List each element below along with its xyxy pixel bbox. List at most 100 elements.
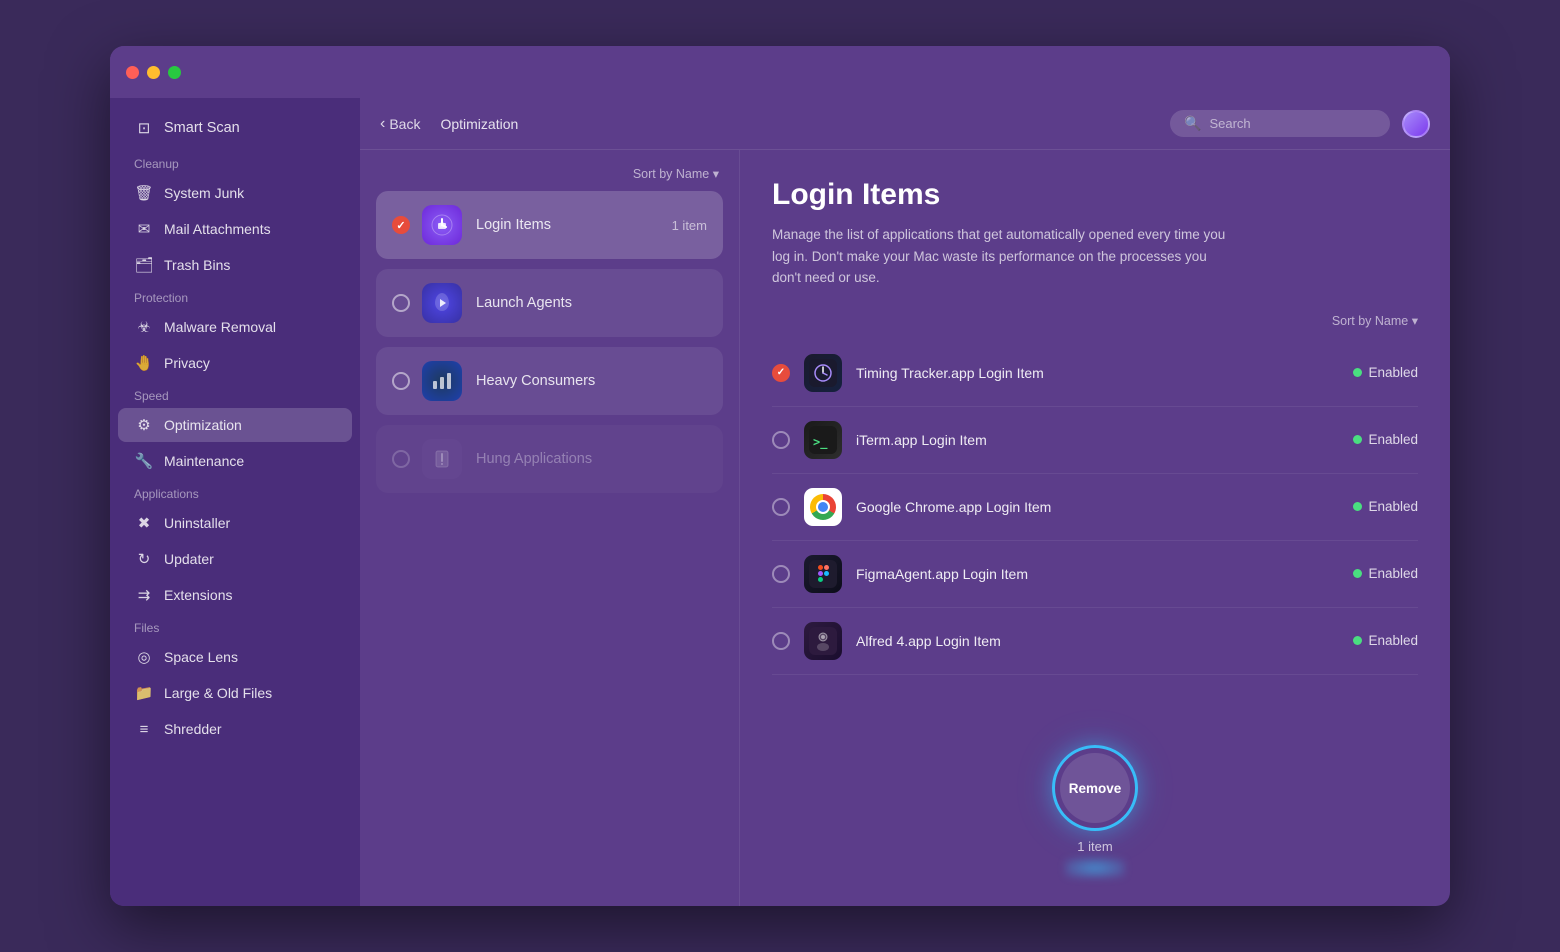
iterm-status-badge: Enabled [1353, 432, 1418, 447]
sidebar-item-optimization[interactable]: ⚙ Optimization [118, 408, 352, 442]
hung-applications-icon [422, 439, 462, 479]
detail-panel: Login Items Manage the list of applicati… [740, 150, 1450, 906]
figma-app-icon [804, 555, 842, 593]
updater-icon: ↻ [134, 549, 154, 569]
timing-radio[interactable] [772, 364, 790, 382]
sidebar-item-label: Privacy [164, 355, 210, 371]
sidebar-item-label: Maintenance [164, 453, 244, 469]
remove-button[interactable]: Remove [1060, 753, 1130, 823]
login-item-figma[interactable]: FigmaAgent.app Login Item Enabled [772, 541, 1418, 608]
sidebar-item-maintenance[interactable]: 🔧 Maintenance [118, 444, 352, 478]
space-lens-icon: ◎ [134, 647, 154, 667]
user-avatar[interactable] [1402, 110, 1430, 138]
close-button[interactable] [126, 66, 139, 79]
right-panel: ‹ Back Optimization 🔍 Sort by Name ▾ [360, 98, 1450, 906]
maximize-button[interactable] [168, 66, 181, 79]
list-panel: Sort by Name ▾ Login Items [360, 150, 740, 906]
extensions-icon: ⇉ [134, 585, 154, 605]
sidebar-item-trash-bins[interactable]: 🗂 Trash Bins [118, 248, 352, 282]
timing-enabled-dot [1353, 368, 1362, 377]
launch-agents-radio[interactable] [392, 294, 410, 312]
sidebar-item-label: Shredder [164, 721, 222, 737]
sidebar-item-label: Malware Removal [164, 319, 276, 335]
login-items-icon [422, 205, 462, 245]
panel-body: Sort by Name ▾ Login Items [360, 150, 1450, 906]
detail-description: Manage the list of applications that get… [772, 224, 1232, 289]
sidebar-item-uninstaller[interactable]: ✖ Uninstaller [118, 506, 352, 540]
sidebar-item-label: Extensions [164, 587, 232, 603]
figma-item-label: FigmaAgent.app Login Item [856, 566, 1339, 582]
uninstaller-icon: ✖ [134, 513, 154, 533]
sidebar-item-large-old-files[interactable]: 📁 Large & Old Files [118, 676, 352, 710]
figma-radio[interactable] [772, 565, 790, 583]
shredder-icon: ≡ [134, 719, 154, 739]
system-junk-icon: 🗑 [134, 183, 154, 203]
heavy-consumers-radio[interactable] [392, 372, 410, 390]
detail-sort[interactable]: Sort by Name ▾ [772, 313, 1418, 328]
figma-status-badge: Enabled [1353, 566, 1418, 581]
search-icon: 🔍 [1184, 115, 1201, 132]
list-item-hung-applications[interactable]: Hung Applications [376, 425, 723, 493]
list-item-login-items[interactable]: Login Items 1 item [376, 191, 723, 259]
login-item-iterm[interactable]: >_ iTerm.app Login Item Enabled [772, 407, 1418, 474]
back-chevron-icon: ‹ [380, 115, 385, 133]
sidebar-item-malware-removal[interactable]: ☣ Malware Removal [118, 310, 352, 344]
hung-applications-label: Hung Applications [476, 451, 707, 467]
login-items-radio[interactable] [392, 216, 410, 234]
sidebar-item-extensions[interactable]: ⇉ Extensions [118, 578, 352, 612]
sidebar-item-label: Smart Scan [164, 120, 240, 136]
iterm-radio[interactable] [772, 431, 790, 449]
alfred-status-badge: Enabled [1353, 633, 1418, 648]
remove-area: Remove 1 item [1052, 745, 1138, 878]
alfred-status-label: Enabled [1368, 633, 1418, 648]
remove-glow [1065, 858, 1125, 878]
sidebar-item-mail-attachments[interactable]: ✉ Mail Attachments [118, 212, 352, 246]
remove-button-outer[interactable]: Remove [1052, 745, 1138, 831]
login-item-timing[interactable]: Timing Tracker.app Login Item Enabled [772, 340, 1418, 407]
remove-count-label: 1 item [1077, 839, 1112, 854]
detail-title: Login Items [772, 178, 1418, 212]
search-input[interactable] [1209, 116, 1369, 131]
chrome-item-label: Google Chrome.app Login Item [856, 499, 1339, 515]
sidebar-item-label: System Junk [164, 185, 244, 201]
svg-text:>_: >_ [813, 435, 828, 450]
figma-enabled-dot [1353, 569, 1362, 578]
back-button[interactable]: ‹ Back [380, 115, 420, 133]
mail-attachments-icon: ✉ [134, 219, 154, 239]
sidebar-item-updater[interactable]: ↻ Updater [118, 542, 352, 576]
sidebar-item-label: Space Lens [164, 649, 238, 665]
trash-bins-icon: 🗂 [134, 255, 154, 275]
sidebar-item-label: Large & Old Files [164, 685, 272, 701]
minimize-button[interactable] [147, 66, 160, 79]
sort-by-name[interactable]: Sort by Name ▾ [376, 166, 723, 181]
back-label: Back [389, 116, 420, 132]
list-item-launch-agents[interactable]: Launch Agents [376, 269, 723, 337]
chrome-status-label: Enabled [1368, 499, 1418, 514]
panel-topbar: ‹ Back Optimization 🔍 [360, 98, 1450, 150]
title-bar [110, 46, 1450, 98]
sidebar-item-shredder[interactable]: ≡ Shredder [118, 712, 352, 746]
sidebar-item-label: Optimization [164, 417, 242, 433]
iterm-enabled-dot [1353, 435, 1362, 444]
iterm-status-label: Enabled [1368, 432, 1418, 447]
chrome-app-icon [804, 488, 842, 526]
timing-status-badge: Enabled [1353, 365, 1418, 380]
sidebar-item-label: Trash Bins [164, 257, 230, 273]
alfred-enabled-dot [1353, 636, 1362, 645]
section-label-files: Files [110, 613, 360, 639]
list-item-heavy-consumers[interactable]: Heavy Consumers [376, 347, 723, 415]
sidebar-item-space-lens[interactable]: ◎ Space Lens [118, 640, 352, 674]
chrome-radio[interactable] [772, 498, 790, 516]
sidebar-item-smart-scan[interactable]: ⊡ Smart Scan [118, 111, 352, 145]
search-bar[interactable]: 🔍 [1170, 110, 1390, 137]
malware-removal-icon: ☣ [134, 317, 154, 337]
login-item-chrome[interactable]: Google Chrome.app Login Item Enabled [772, 474, 1418, 541]
section-label-cleanup: Cleanup [110, 149, 360, 175]
login-item-alfred[interactable]: Alfred 4.app Login Item Enabled [772, 608, 1418, 675]
alfred-radio[interactable] [772, 632, 790, 650]
panel-title: Optimization [420, 116, 1170, 132]
sidebar-item-privacy[interactable]: 🤚 Privacy [118, 346, 352, 380]
privacy-icon: 🤚 [134, 353, 154, 373]
hung-applications-radio[interactable] [392, 450, 410, 468]
sidebar-item-system-junk[interactable]: 🗑 System Junk [118, 176, 352, 210]
